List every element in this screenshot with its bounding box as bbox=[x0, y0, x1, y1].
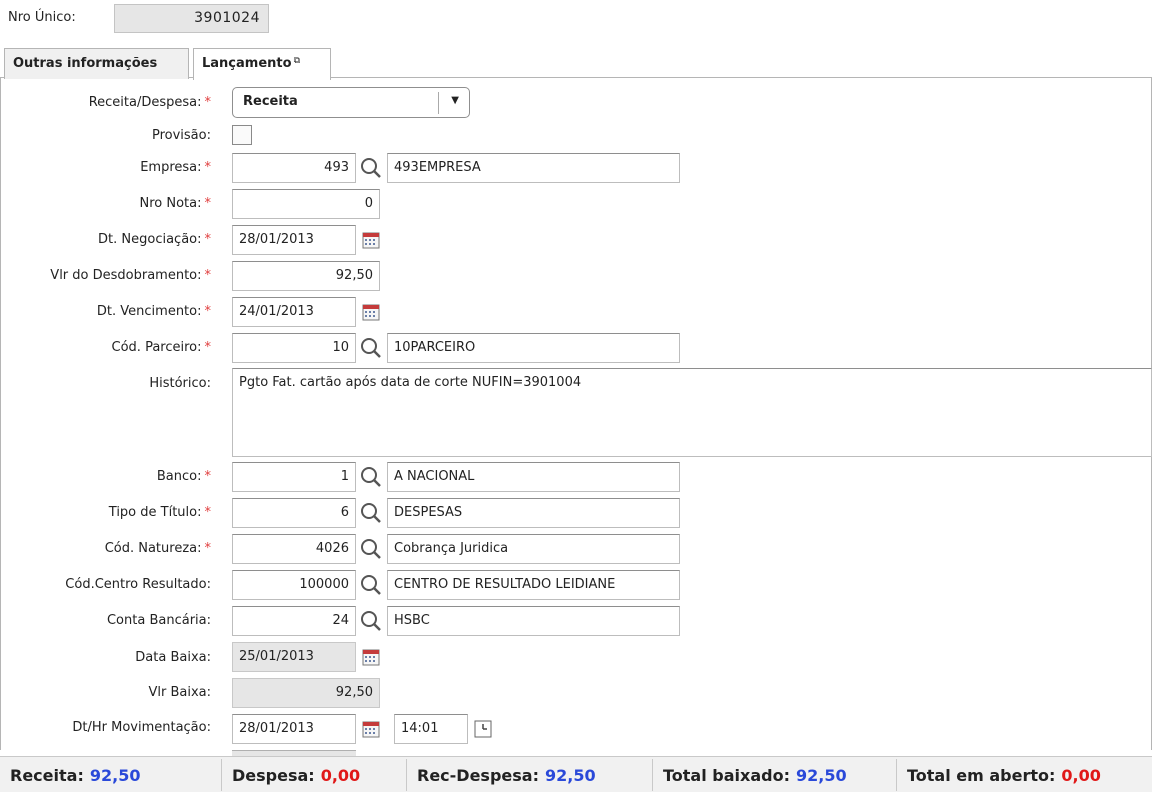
chevron-down-icon[interactable]: ▼ bbox=[451, 95, 459, 106]
cod-centro-resultado-desc-input[interactable]: CENTRO DE RESULTADO LEIDIANE bbox=[387, 570, 680, 600]
receita-despesa-label: Receita/Despesa: * bbox=[88, 95, 212, 110]
status-divider bbox=[406, 759, 407, 791]
provisao-checkbox[interactable] bbox=[232, 125, 252, 145]
banco-label: Banco: * bbox=[156, 469, 212, 484]
status-receita: Receita: 92,50 bbox=[10, 766, 141, 785]
data-baixa-label: Data Baixa: bbox=[135, 650, 211, 665]
nro-nota-label: Nro Nota: * bbox=[139, 196, 212, 211]
required-marker: * bbox=[204, 541, 212, 556]
dt-hr-movimentacao-label: Dt/Hr Movimentação: bbox=[72, 720, 211, 735]
cod-natureza-code-input[interactable]: 4026 bbox=[232, 534, 356, 564]
required-marker: * bbox=[204, 160, 212, 175]
status-total-baixado-value: 92,50 bbox=[795, 766, 847, 785]
status-total-baixado: Total baixado: 92,50 bbox=[663, 766, 847, 785]
data-baixa-field: 25/01/2013 bbox=[232, 642, 356, 672]
status-rec-despesa: Rec-Despesa: 92,50 bbox=[417, 766, 596, 785]
magnifier-icon[interactable] bbox=[359, 501, 383, 525]
required-marker: * bbox=[204, 268, 212, 283]
banco-code-input[interactable]: 1 bbox=[232, 462, 356, 492]
cod-natureza-label: Cód. Natureza: * bbox=[104, 541, 212, 556]
magnifier-icon[interactable] bbox=[359, 573, 383, 597]
empresa-label: Empresa: * bbox=[140, 160, 211, 175]
required-marker: * bbox=[204, 340, 212, 355]
cod-centro-resultado-code-input[interactable]: 100000 bbox=[232, 570, 356, 600]
required-marker: * bbox=[204, 505, 212, 520]
cod-parceiro-code-input[interactable]: 10 bbox=[232, 333, 356, 363]
cod-natureza-desc-input[interactable]: Cobrança Juridica bbox=[387, 534, 680, 564]
receita-despesa-select[interactable]: Receita ▼ bbox=[232, 87, 470, 118]
magnifier-icon[interactable] bbox=[359, 465, 383, 489]
status-divider bbox=[221, 759, 222, 791]
magnifier-icon[interactable] bbox=[359, 156, 383, 180]
vlr-desdobramento-input[interactable]: 92,50 bbox=[232, 261, 380, 291]
calendar-icon[interactable] bbox=[362, 720, 380, 738]
vlr-baixa-label: Vlr Baixa: bbox=[148, 685, 211, 700]
status-despesa: Despesa: 0,00 bbox=[232, 766, 361, 785]
cod-parceiro-label: Cód. Parceiro: * bbox=[111, 340, 212, 355]
status-total-em-aberto-value: 0,00 bbox=[1061, 766, 1101, 785]
clock-icon[interactable] bbox=[474, 720, 492, 738]
required-marker: * bbox=[204, 196, 212, 211]
hr-movimentacao-input[interactable]: 14:01 bbox=[394, 714, 468, 744]
nro-nota-input[interactable]: 0 bbox=[232, 189, 380, 219]
dt-negociacao-input[interactable]: 28/01/2013 bbox=[232, 225, 356, 255]
historico-label: Histórico: bbox=[149, 376, 211, 391]
dt-vencimento-label: Dt. Vencimento: * bbox=[96, 304, 212, 319]
status-divider bbox=[896, 759, 897, 791]
tab-label: Outras informações bbox=[13, 56, 158, 71]
nro-unico-label: Nro Único: bbox=[8, 10, 76, 25]
select-divider bbox=[438, 92, 439, 114]
dt-vencimento-input[interactable]: 24/01/2013 bbox=[232, 297, 356, 327]
empresa-code-input[interactable]: 493 bbox=[232, 153, 356, 183]
status-receita-value: 92,50 bbox=[89, 766, 141, 785]
status-divider bbox=[652, 759, 653, 791]
calendar-icon[interactable] bbox=[362, 648, 380, 666]
historico-textarea[interactable]: Pgto Fat. cartão após data de corte NUFI… bbox=[232, 368, 1152, 457]
calendar-icon[interactable] bbox=[362, 231, 380, 249]
nro-unico-field: 3901024 bbox=[114, 4, 269, 33]
required-marker: * bbox=[204, 469, 212, 484]
tipo-titulo-code-input[interactable]: 6 bbox=[232, 498, 356, 528]
tipo-titulo-label: Tipo de Título: * bbox=[108, 505, 212, 520]
cod-parceiro-desc-input[interactable]: 10PARCEIRO bbox=[387, 333, 680, 363]
status-bar: Receita: 92,50 Despesa: 0,00 Rec-Despesa: 9… bbox=[0, 756, 1152, 792]
tab-bar: Outras informações Lançamento ⧉ bbox=[0, 47, 1152, 80]
tab-outras-informacoes[interactable]: Outras informações bbox=[4, 48, 189, 79]
select-value: Receita bbox=[243, 94, 298, 109]
popout-icon[interactable]: ⧉ bbox=[294, 56, 300, 66]
magnifier-icon[interactable] bbox=[359, 336, 383, 360]
tab-lancamento[interactable]: Lançamento ⧉ bbox=[193, 48, 331, 80]
empresa-desc-input[interactable]: 493EMPRESA bbox=[387, 153, 680, 183]
cod-centro-resultado-label: Cód.Centro Resultado: bbox=[65, 577, 211, 592]
calendar-icon[interactable] bbox=[362, 303, 380, 321]
status-rec-despesa-value: 92,50 bbox=[544, 766, 596, 785]
magnifier-icon[interactable] bbox=[359, 537, 383, 561]
conta-bancaria-desc-input[interactable]: HSBC bbox=[387, 606, 680, 636]
vlr-baixa-field: 92,50 bbox=[232, 678, 380, 708]
dt-movimentacao-input[interactable]: 28/01/2013 bbox=[232, 714, 356, 744]
provisao-label: Provisão: bbox=[151, 128, 211, 143]
dt-negociacao-label: Dt. Negociação: * bbox=[98, 232, 211, 247]
banco-desc-input[interactable]: A NACIONAL bbox=[387, 462, 680, 492]
required-marker: * bbox=[204, 232, 212, 247]
status-despesa-value: 0,00 bbox=[320, 766, 361, 785]
conta-bancaria-label: Conta Bancária: bbox=[106, 613, 211, 628]
magnifier-icon[interactable] bbox=[359, 609, 383, 633]
required-marker: * bbox=[204, 304, 212, 319]
vlr-desdobramento-label: Vlr do Desdobramento: * bbox=[50, 268, 211, 283]
conta-bancaria-code-input[interactable]: 24 bbox=[232, 606, 356, 636]
tipo-titulo-desc-input[interactable]: DESPESAS bbox=[387, 498, 680, 528]
status-total-em-aberto: Total em aberto: 0,00 bbox=[907, 766, 1101, 785]
required-marker: * bbox=[204, 95, 212, 110]
tab-label: Lançamento bbox=[202, 56, 292, 71]
